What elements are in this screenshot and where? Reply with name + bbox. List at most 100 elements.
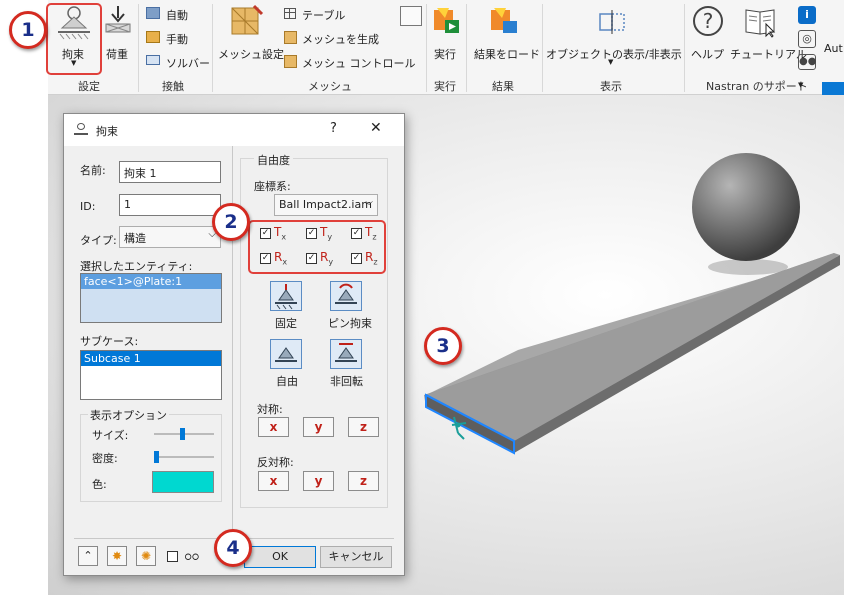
mesh-settings-icon bbox=[231, 4, 264, 35]
density-slider-thumb[interactable] bbox=[154, 451, 159, 463]
density-label: 密度: bbox=[92, 452, 118, 465]
mesh-panel-label: メッシュ bbox=[308, 80, 352, 93]
density-slider[interactable] bbox=[154, 451, 214, 463]
ribbon: 拘束 ▼ 荷重 設定 自動 手動 ソルバー 接触 メッシュ設定 テーブル メッシ… bbox=[48, 0, 844, 95]
support-panel-label: Nastran のサポート bbox=[706, 80, 808, 93]
toggle-visibility-button[interactable]: オブジェクトの表示/非表示 ▼ bbox=[546, 4, 682, 70]
antisymmetry-y-button[interactable]: y bbox=[303, 471, 334, 491]
manual-label: 手動 bbox=[166, 33, 188, 46]
expand-button[interactable]: ⌃ bbox=[78, 546, 98, 566]
display-options-title: 表示オプション bbox=[88, 407, 169, 423]
id-field[interactable]: 1 bbox=[119, 194, 221, 216]
load-label: 荷重 bbox=[106, 48, 128, 61]
ribbon-accent bbox=[822, 82, 844, 95]
help-icon: ? bbox=[693, 6, 723, 36]
mesh-control-icon bbox=[284, 55, 297, 68]
app-frame-left bbox=[0, 0, 48, 595]
antisymmetry-x-button[interactable]: x bbox=[258, 471, 289, 491]
help-question-button[interactable]: ? bbox=[330, 121, 337, 136]
size-slider[interactable] bbox=[154, 428, 214, 440]
chevron-down-icon: ▼ bbox=[798, 81, 804, 89]
fixed-button[interactable] bbox=[270, 281, 302, 311]
generate-mesh-icon bbox=[284, 31, 297, 44]
chevron-down-icon: ▼ bbox=[608, 58, 614, 66]
color-swatch[interactable] bbox=[152, 471, 214, 493]
clear-highlight-button[interactable]: ✺ bbox=[136, 546, 156, 566]
cancel-button[interactable]: キャンセル bbox=[320, 546, 392, 568]
auto-label: 自動 bbox=[166, 9, 188, 22]
free-button[interactable] bbox=[270, 339, 302, 369]
toggle-visibility-label: オブジェクトの表示/非表示 bbox=[546, 48, 682, 61]
mesh-settings-dialog-icon[interactable] bbox=[400, 6, 422, 26]
antisymmetry-z-button[interactable]: z bbox=[348, 471, 379, 491]
help-button[interactable]: ? ヘルプ bbox=[688, 4, 728, 66]
mesh-settings-button[interactable]: メッシュ設定 bbox=[218, 4, 284, 66]
entity-item[interactable]: face<1>@Plate:1 bbox=[81, 274, 221, 289]
mesh-settings-label: メッシュ設定 bbox=[218, 48, 284, 61]
load-results-icon bbox=[491, 8, 517, 33]
callout-badge-2: 2 bbox=[212, 203, 250, 241]
chevron-down-icon: ⌵ bbox=[365, 197, 373, 208]
display-panel-label: 表示 bbox=[600, 80, 622, 93]
symmetry-y-button[interactable]: y bbox=[303, 417, 334, 437]
symmetry-x-button[interactable]: x bbox=[258, 417, 289, 437]
color-label: 色: bbox=[92, 478, 107, 491]
run-panel-label: 実行 bbox=[434, 80, 456, 93]
antisymmetry-label: 反対称: bbox=[257, 456, 294, 469]
callout-badge-4: 4 bbox=[214, 529, 252, 567]
type-value: 構造 bbox=[124, 232, 146, 245]
contacts-panel-label: 接触 bbox=[162, 80, 184, 93]
no-rotation-icon bbox=[335, 343, 357, 362]
coordinate-system-label: 座標系: bbox=[254, 180, 291, 193]
app-window: 拘束 ▼ 荷重 設定 自動 手動 ソルバー 接触 メッシュ設定 テーブル メッシ… bbox=[0, 0, 844, 595]
no-rotation-label: 非回転 bbox=[330, 375, 363, 388]
type-select[interactable]: 構造 ⌵ bbox=[119, 226, 221, 248]
name-field[interactable]: 拘束 1 bbox=[119, 161, 221, 183]
auto-contact-icon bbox=[146, 7, 160, 19]
type-label: タイプ: bbox=[80, 234, 117, 247]
info-icon[interactable]: i bbox=[798, 6, 816, 24]
size-label: サイズ: bbox=[92, 429, 129, 442]
dof-title: 自由度 bbox=[254, 152, 293, 168]
subcase-item[interactable]: Subcase 1 bbox=[81, 351, 221, 366]
generate-mesh-label: メッシュを生成 bbox=[302, 33, 379, 46]
table-label: テーブル bbox=[302, 9, 346, 22]
solver-icon bbox=[146, 55, 160, 65]
constraint-icon bbox=[74, 123, 88, 135]
solver-label: ソルバー bbox=[166, 57, 210, 70]
selected-entities-list[interactable]: face<1>@Plate:1 bbox=[80, 273, 222, 323]
setup-panel-label: 設定 bbox=[78, 80, 100, 93]
name-label: 名前: bbox=[80, 164, 106, 177]
book-icon bbox=[745, 9, 776, 38]
no-rotation-button[interactable] bbox=[330, 339, 362, 369]
subcase-list[interactable]: Subcase 1 bbox=[80, 350, 222, 400]
pin-button[interactable] bbox=[330, 281, 362, 311]
close-icon[interactable]: ✕ bbox=[370, 120, 382, 136]
ok-button[interactable]: OK bbox=[244, 546, 316, 568]
manual-contact-icon bbox=[146, 31, 160, 43]
load-icon bbox=[105, 6, 131, 33]
camera-icon[interactable]: ◎ bbox=[798, 30, 816, 48]
results-panel-label: 結果 bbox=[492, 80, 514, 93]
sparkle-outline-icon: ✺ bbox=[140, 549, 152, 563]
tutorial-label: チュートリアル bbox=[730, 48, 807, 61]
load-results-label: 結果をロード bbox=[474, 48, 540, 61]
id-label: ID: bbox=[80, 200, 96, 213]
subcase-label: サブケース: bbox=[80, 335, 139, 348]
symmetry-z-button[interactable]: z bbox=[348, 417, 379, 437]
tutorial-button[interactable]: チュートリアル bbox=[730, 4, 807, 66]
coordinate-system-select[interactable]: Ball Impact2.iam ⌵ bbox=[274, 194, 378, 216]
size-slider-thumb[interactable] bbox=[180, 428, 185, 440]
load-button[interactable]: 荷重 bbox=[100, 4, 136, 66]
fixed-constraint-icon bbox=[275, 284, 297, 310]
community-icon[interactable]: ●● bbox=[798, 54, 816, 70]
load-results-button[interactable]: 結果をロード bbox=[470, 4, 540, 66]
mesh-control-label: メッシュ コントロール bbox=[302, 57, 416, 70]
run-button[interactable]: 実行 bbox=[428, 4, 464, 66]
highlight-button[interactable]: ✸ bbox=[107, 546, 127, 566]
fixed-label: 固定 bbox=[275, 317, 297, 330]
autodesk-label-cut: Aut bbox=[824, 42, 843, 55]
sparkle-icon: ✸ bbox=[111, 549, 123, 563]
preview-checkbox[interactable] bbox=[167, 551, 178, 562]
glasses-icon: ഠഠ bbox=[184, 550, 199, 563]
